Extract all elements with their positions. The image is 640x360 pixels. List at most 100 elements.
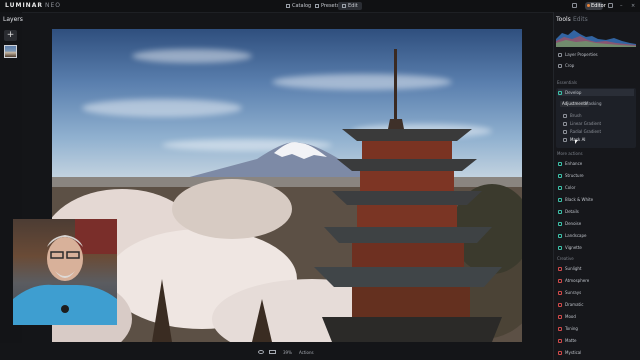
mask-radial-item[interactable]: Radial Gradient (563, 128, 601, 135)
photo-scene (52, 49, 522, 342)
enhance-icon (558, 162, 562, 166)
sunrays-icon (558, 291, 562, 295)
tool-structure[interactable]: Structure (558, 172, 584, 179)
compare-icon[interactable] (269, 350, 276, 354)
tool-denoise[interactable]: Denoise (558, 220, 581, 227)
tool-sunrays-label: Sunrays (565, 290, 582, 295)
tab-edits[interactable]: Edits (573, 16, 588, 23)
presets-icon (315, 4, 319, 8)
vignette-icon (558, 246, 562, 250)
tool-sunlight-label: Sunlight (565, 266, 582, 271)
account-pill[interactable]: Editor (585, 2, 606, 10)
tool-landscape[interactable]: Landscape (558, 232, 587, 239)
sunlight-icon (558, 267, 562, 271)
export-icon[interactable] (608, 3, 613, 8)
brush-icon (563, 114, 567, 118)
develop-row[interactable]: Develop (558, 89, 634, 96)
layer-properties-icon (558, 53, 562, 57)
tool-color-label: Color (565, 185, 576, 190)
tool-landscape-label: Landscape (565, 233, 587, 238)
app-logo: LUMINAR NEO (5, 2, 61, 9)
zoom-level[interactable]: 39% (283, 350, 292, 355)
more-actions-label: More actions (557, 151, 583, 156)
tool-vignette-label: Vignette (565, 245, 582, 250)
bottom-bar (0, 343, 553, 360)
brand-name: LUMINAR (5, 2, 43, 9)
layer-properties-row[interactable]: Layer Properties (558, 51, 598, 58)
window-minimize-icon[interactable]: – (620, 2, 623, 10)
tool-enhance-label: Enhance (565, 161, 583, 166)
develop-label: Develop (565, 90, 582, 95)
gear-icon[interactable] (572, 3, 577, 8)
tool-mood-label: Mood (565, 314, 576, 319)
presets-label: Presets (321, 3, 340, 9)
toning-icon (558, 327, 562, 331)
mask-linear-item[interactable]: Linear Gradient (563, 120, 601, 127)
edit-icon (342, 4, 346, 8)
crop-row[interactable]: Crop (558, 62, 574, 69)
tool-black-white[interactable]: Black & White (558, 196, 593, 203)
tool-atmosphere[interactable]: Atmosphere (558, 277, 589, 284)
webcam-overlay (13, 219, 117, 325)
tool-mystical[interactable]: Mystical (558, 349, 581, 356)
tool-structure-label: Structure (565, 173, 584, 178)
tool-color[interactable]: Color (558, 184, 575, 191)
tool-matte[interactable]: Matte (558, 337, 577, 344)
tool-details-label: Details (565, 209, 579, 214)
color-icon (558, 186, 562, 190)
atmosphere-icon (558, 279, 562, 283)
dramatic-icon (558, 303, 562, 307)
creative-section-label: Creative (557, 256, 574, 261)
plus-icon[interactable]: + (4, 30, 17, 41)
tool-sunrays[interactable]: Sunrays (558, 289, 581, 296)
eye-icon[interactable] (258, 350, 264, 354)
linear-gradient-icon (563, 122, 567, 126)
mask-brush-item[interactable]: Brush (563, 112, 582, 119)
tool-toning[interactable]: Toning (558, 325, 578, 332)
tool-mood[interactable]: Mood (558, 313, 576, 320)
tool-enhance[interactable]: Enhance (558, 160, 582, 167)
radial-gradient-icon (563, 130, 567, 134)
actions-button[interactable]: Actions (299, 350, 314, 355)
layers-title: Layers (3, 16, 23, 23)
catalog-icon (286, 4, 290, 8)
tool-toning-label: Toning (565, 326, 578, 331)
tool-matte-label: Matte (565, 338, 577, 343)
catalog-label: Catalog (292, 3, 312, 9)
account-pill-label: Editor (591, 3, 606, 9)
tool-mystical-label: Mystical (565, 350, 582, 355)
mask-ai-icon (563, 138, 567, 142)
tool-dramatic[interactable]: Dramatic (558, 301, 583, 308)
tab-tools[interactable]: Tools (556, 16, 571, 23)
tool-denoise-label: Denoise (565, 221, 582, 226)
tool-atmosphere-label: Atmosphere (565, 278, 590, 283)
crop-label: Crop (565, 63, 575, 68)
mask-brush-label: Brush (570, 113, 582, 118)
tool-black-white-label: Black & White (565, 197, 594, 202)
structure-icon (558, 174, 562, 178)
mood-icon (558, 315, 562, 319)
tool-vignette[interactable]: Vignette (558, 244, 582, 251)
matte-icon (558, 339, 562, 343)
layer-properties-label: Layer Properties (565, 52, 598, 57)
edit-label: Edit (348, 3, 358, 9)
details-icon (558, 210, 562, 214)
denoise-icon (558, 222, 562, 226)
mask-linear-label: Linear Gradient (570, 121, 602, 126)
tab-masking[interactable]: Masking (583, 101, 604, 107)
tool-dramatic-label: Dramatic (565, 302, 584, 307)
mask-radial-label: Radial Gradient (570, 129, 602, 134)
window-close-icon[interactable]: × (631, 2, 635, 10)
histogram-icon (556, 30, 636, 47)
develop-icon (558, 91, 562, 95)
mystical-icon (558, 351, 562, 355)
edit-tab[interactable]: Edit (338, 2, 362, 10)
crop-icon (558, 64, 562, 68)
layer-thumbnail[interactable] (4, 45, 17, 58)
landscape-icon (558, 234, 562, 238)
essentials-section-label: Essentials (557, 80, 578, 85)
tool-details[interactable]: Details (558, 208, 579, 215)
photo-canvas[interactable] (52, 29, 522, 342)
black-white-icon (558, 198, 562, 202)
tool-sunlight[interactable]: Sunlight (558, 265, 581, 272)
